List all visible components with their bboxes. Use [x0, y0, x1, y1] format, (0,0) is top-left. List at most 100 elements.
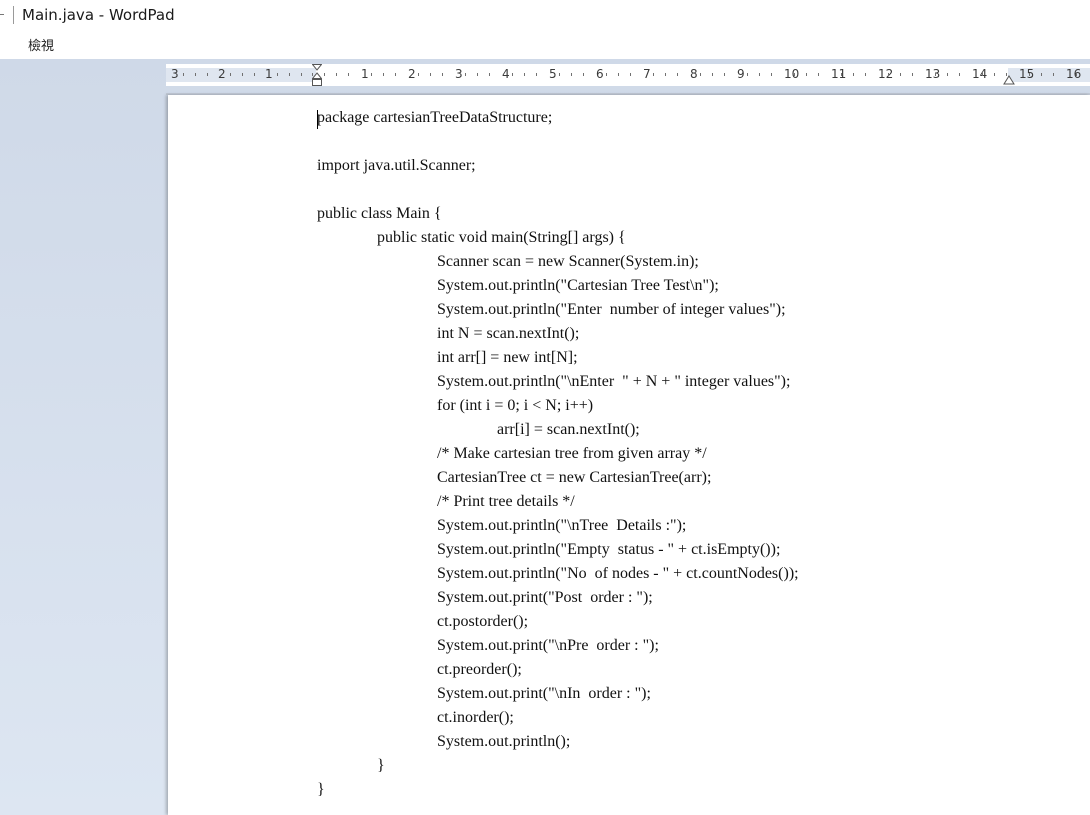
ruler-label: 13 [925, 67, 941, 81]
ruler-tick [465, 73, 466, 76]
ruler-tick [559, 73, 560, 76]
ruler-tick [301, 73, 302, 76]
title-separator [13, 6, 14, 24]
document-line: } [317, 781, 325, 798]
document-line: System.out.println("No of nodes - " + ct… [437, 565, 799, 582]
ruler-tick [418, 73, 419, 76]
document-line: package cartesianTreeDataStructure; [317, 109, 553, 126]
document-line: ct.postorder(); [437, 613, 529, 630]
ruler-tick [747, 73, 748, 76]
ruler-tick [442, 73, 443, 76]
ruler-tick [794, 73, 795, 76]
ruler-tick [254, 73, 255, 76]
document-line: System.out.println("Empty status - " + c… [437, 541, 781, 558]
document-line: import java.util.Scanner; [317, 157, 476, 174]
ruler-label: 9 [737, 67, 745, 81]
ruler-tick [524, 73, 525, 76]
ruler-tick [183, 73, 184, 76]
document-line: Scanner scan = new Scanner(System.in); [437, 253, 699, 270]
ruler-label: 7 [643, 67, 651, 81]
ruler-tick [383, 73, 384, 76]
ruler-label: 6 [596, 67, 604, 81]
ruler-tick [677, 73, 678, 76]
ruler-tick [324, 73, 325, 76]
document-line: System.out.println("Enter number of inte… [437, 301, 786, 318]
ruler-tick [1076, 73, 1077, 76]
document-line: } [377, 757, 385, 774]
document-line: ct.inorder(); [437, 709, 514, 726]
ruler-tick [1041, 73, 1042, 76]
ruler-tick [618, 73, 619, 76]
ruler-tick [336, 73, 337, 76]
menu-bar: 檢視 [0, 30, 1090, 58]
ruler-tick [195, 73, 196, 76]
document-line: System.out.print("Post order : "); [437, 589, 653, 606]
document-line: ct.preorder(); [437, 661, 522, 678]
document-line: for (int i = 0; i < N; i++) [437, 397, 594, 414]
ruler-tick [583, 73, 584, 76]
title-bar: Main.java - WordPad [0, 0, 1090, 30]
ruler-tick [912, 73, 913, 76]
ruler-label: 14 [972, 67, 988, 81]
ruler-tick [277, 73, 278, 76]
document-line: public static void main(String[] args) { [377, 229, 626, 246]
ruler-label: 12 [878, 67, 894, 81]
document-text[interactable]: package cartesianTreeDataStructure; impor… [317, 106, 799, 802]
document-line: int arr[] = new int[N]; [437, 349, 578, 366]
document-line: int N = scan.nextInt(); [437, 325, 580, 342]
ruler-label: 4 [502, 67, 510, 81]
ruler-tick [477, 73, 478, 76]
ruler-tick [395, 73, 396, 76]
ruler-tick [289, 73, 290, 76]
ruler-tick [630, 73, 631, 76]
ruler-tick [207, 73, 208, 76]
text-caret [317, 110, 318, 129]
document-line: System.out.println(); [437, 733, 571, 750]
ruler-label: 8 [690, 67, 698, 81]
ruler-tick [724, 73, 725, 76]
ruler-tick [759, 73, 760, 76]
ruler-tick [536, 73, 537, 76]
ruler-label: 16 [1066, 67, 1082, 81]
document-line: System.out.println("\nEnter " + N + " in… [437, 373, 791, 390]
ruler-label: 2 [408, 67, 416, 81]
ruler-tick [348, 73, 349, 76]
ruler-tick [489, 73, 490, 76]
ruler[interactable]: 3 2 1 1 2 3 4 5 6 7 8 9 10 11 12 13 14 15 16 [166, 64, 1090, 86]
ruler-label: 3 [171, 67, 179, 81]
document-line: public class Main { [317, 205, 442, 222]
menu-view[interactable]: 檢視 [28, 35, 54, 54]
ruler-tick [959, 73, 960, 76]
ruler-label: 10 [784, 67, 800, 81]
ruler-tick [712, 73, 713, 76]
ruler-tick [665, 73, 666, 76]
ruler-tick [935, 73, 936, 76]
ruler-tick [242, 73, 243, 76]
indent-marker-icon[interactable] [312, 64, 322, 88]
ruler-tick [806, 73, 807, 76]
ruler-label: 3 [455, 67, 463, 81]
document-line: /* Print tree details */ [437, 493, 575, 510]
window-title: Main.java - WordPad [22, 6, 175, 24]
document-line: System.out.println("Cartesian Tree Test\… [437, 277, 719, 294]
ruler-tick [512, 73, 513, 76]
ruler-tick [230, 73, 231, 76]
ruler-tick [371, 73, 372, 76]
ruler-tick [900, 73, 901, 76]
ruler-tick [653, 73, 654, 76]
ruler-tick [606, 73, 607, 76]
ruler-tick [1029, 73, 1030, 76]
ruler-tick [982, 73, 983, 76]
ruler-label: 15 [1019, 67, 1035, 81]
ruler-tick [841, 73, 842, 76]
ruler-label: 2 [218, 67, 226, 81]
ruler-label: 11 [831, 67, 847, 81]
ruler-tick [818, 73, 819, 76]
ruler-text-area [316, 68, 1008, 82]
document-line: /* Make cartesian tree from given array … [437, 445, 707, 462]
ruler-tick [771, 73, 772, 76]
ruler-tick [430, 73, 431, 76]
right-indent-marker-icon[interactable] [1003, 74, 1015, 86]
